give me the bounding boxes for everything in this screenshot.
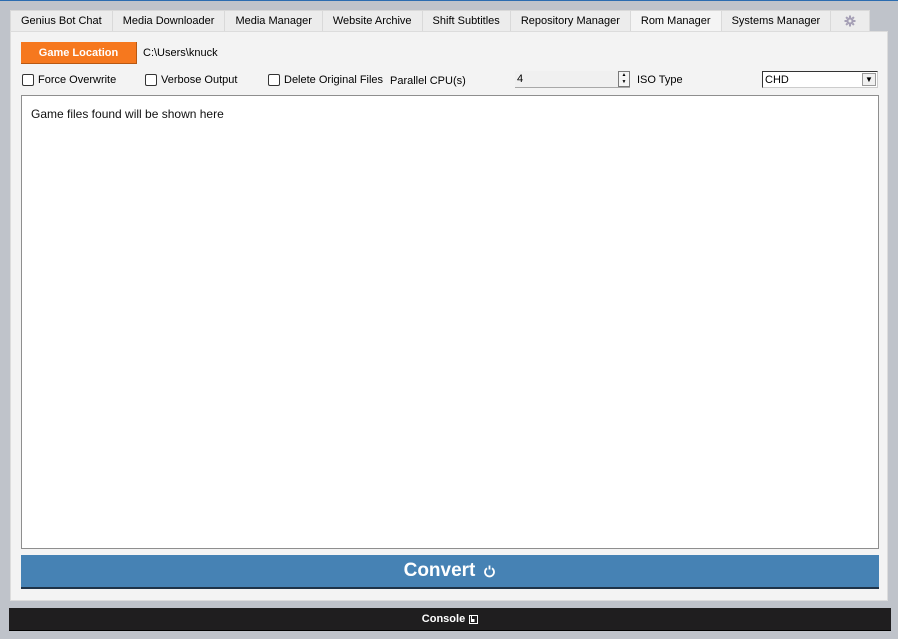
- delete-original-files-option[interactable]: Delete Original Files: [268, 71, 383, 88]
- verbose-output-option[interactable]: Verbose Output: [145, 71, 237, 88]
- game-files-output[interactable]: Game files found will be shown here: [21, 95, 879, 549]
- parallel-cpu-label: Parallel CPU(s): [390, 74, 466, 87]
- iso-type-select[interactable]: CHD ▼: [762, 71, 878, 88]
- gear-icon: [844, 15, 856, 27]
- tab-media-downloader[interactable]: Media Downloader: [111, 10, 226, 31]
- rom-manager-panel: Game Location C:\Users\knuck Force Overw…: [10, 31, 888, 601]
- tab-shift-subtitles[interactable]: Shift Subtitles: [421, 10, 511, 31]
- convert-label: Convert: [403, 560, 476, 581]
- iso-type-label: ISO Type: [637, 74, 683, 86]
- stepper-down-icon[interactable]: ▼: [622, 80, 627, 85]
- force-overwrite-checkbox[interactable]: [22, 73, 34, 86]
- output-placeholder: Game files found will be shown here: [31, 107, 224, 121]
- stepper-up-icon[interactable]: ▲: [622, 73, 627, 78]
- chevron-down-icon[interactable]: ▼: [862, 73, 876, 86]
- window-top-border: [0, 0, 898, 1]
- verbose-output-checkbox[interactable]: [145, 73, 157, 86]
- game-location-path: C:\Users\knuck: [143, 47, 218, 59]
- parallel-cpu-value[interactable]: 4: [515, 71, 618, 87]
- power-icon: [484, 565, 496, 577]
- console-label: Console: [421, 613, 466, 625]
- delete-original-files-checkbox[interactable]: [268, 73, 280, 86]
- game-location-button[interactable]: Game Location: [21, 42, 137, 64]
- convert-button[interactable]: Convert: [21, 555, 879, 589]
- force-overwrite-option[interactable]: Force Overwrite: [22, 71, 116, 88]
- verbose-output-label: Verbose Output: [161, 73, 238, 86]
- popout-icon: [469, 614, 479, 624]
- tab-settings[interactable]: [830, 10, 871, 31]
- tab-repository-manager[interactable]: Repository Manager: [509, 10, 631, 31]
- tab-systems-manager[interactable]: Systems Manager: [720, 10, 832, 31]
- force-overwrite-label: Force Overwrite: [38, 73, 117, 86]
- stepper-arrows[interactable]: ▲ ▼: [618, 71, 630, 87]
- delete-original-files-label: Delete Original Files: [284, 73, 384, 86]
- tab-media-manager[interactable]: Media Manager: [224, 10, 323, 31]
- tab-website-archive[interactable]: Website Archive: [321, 10, 423, 31]
- console-toggle[interactable]: Console: [9, 608, 891, 631]
- tab-rom-manager[interactable]: Rom Manager: [629, 10, 722, 32]
- iso-type-value: CHD: [765, 73, 789, 86]
- tab-bar: Genius Bot Chat Media Downloader Media M…: [10, 10, 871, 32]
- tab-genius-bot-chat[interactable]: Genius Bot Chat: [10, 10, 113, 31]
- parallel-cpu-stepper[interactable]: 4 ▲ ▼: [515, 71, 630, 88]
